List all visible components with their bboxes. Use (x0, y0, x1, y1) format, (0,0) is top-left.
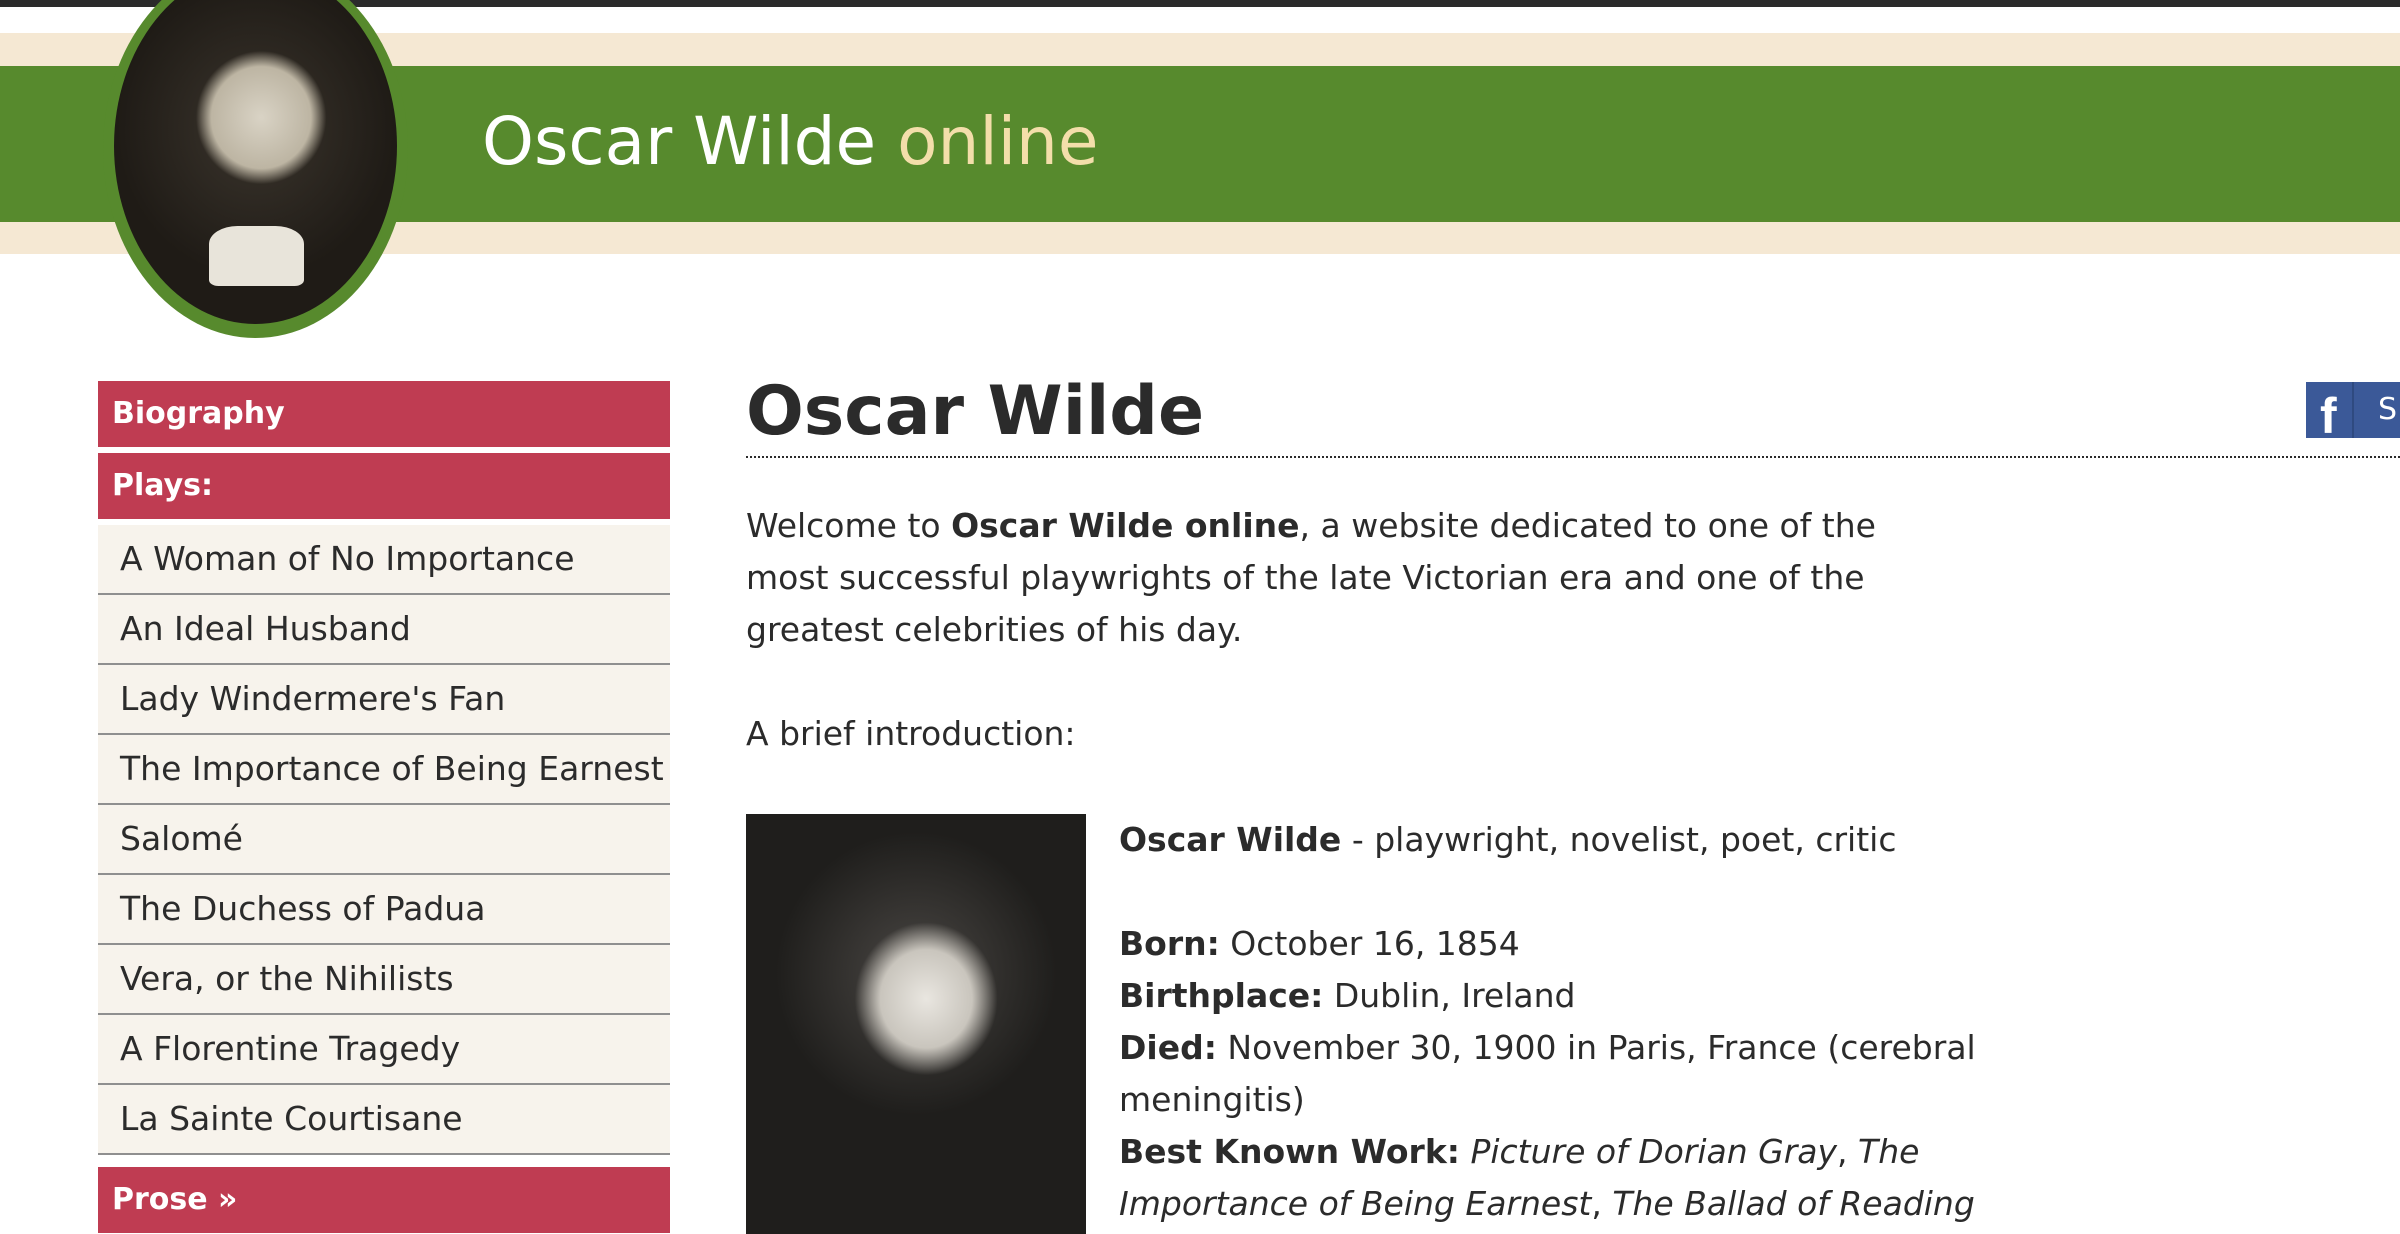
sidebar-item-play[interactable]: Lady Windermere's Fan (98, 665, 670, 735)
fact-label: Best Known Work: (1119, 1132, 1460, 1171)
separator: , (1591, 1184, 1613, 1223)
sidebar-item-play[interactable]: La Sainte Courtisane (98, 1085, 670, 1155)
fact-born: Born: October 16, 1854 (1119, 918, 1979, 970)
header-portrait-frame[interactable] (103, 0, 408, 338)
profile-section: Oscar Wilde - playwright, novelist, poet… (746, 814, 1996, 1234)
fact-best-known-work: Best Known Work: Picture of Dorian Gray,… (1119, 1126, 1979, 1230)
share-label[interactable]: S (2378, 382, 2397, 438)
intro-text-start: Welcome to (746, 506, 952, 545)
intro-paragraph: Welcome to Oscar Wilde online, a website… (746, 500, 1966, 656)
site-title-accent[interactable]: online (897, 103, 1098, 180)
separator: , (1837, 1132, 1859, 1171)
sidebar-nav: Biography Plays: A Woman of No Importanc… (98, 381, 670, 1233)
site-title-main[interactable]: Oscar Wilde (482, 103, 876, 180)
profile-name: Oscar Wilde (1119, 820, 1342, 859)
fact-label: Birthplace: (1119, 976, 1324, 1015)
oscar-wilde-portrait-logo[interactable] (114, 0, 397, 324)
sidebar-item-biography[interactable]: Biography (98, 381, 670, 447)
sidebar-item-play[interactable]: A Woman of No Importance (98, 525, 670, 595)
top-border (0, 0, 2400, 7)
divider (2352, 382, 2354, 438)
site-title[interactable]: Oscar Wilde online (482, 102, 1098, 182)
sidebar-heading-plays[interactable]: Plays: (98, 453, 670, 519)
sidebar-item-play[interactable]: The Duchess of Padua (98, 875, 670, 945)
sidebar-heading-prose[interactable]: Prose » (98, 1167, 670, 1233)
oscar-wilde-photo (746, 814, 1086, 1234)
profile-roles: - playwright, novelist, poet, critic (1341, 820, 1897, 859)
profile-facts: Oscar Wilde - playwright, novelist, poet… (1119, 814, 1979, 1230)
fact-value: October 16, 1854 (1219, 924, 1520, 963)
main-content: Oscar Wilde Welcome to Oscar Wilde onlin… (746, 370, 2400, 1234)
sidebar-item-play[interactable]: The Importance of Being Earnest (98, 735, 670, 805)
facebook-icon[interactable]: f (2320, 388, 2346, 444)
fact-label: Died: (1119, 1028, 1217, 1067)
sidebar-item-play[interactable]: An Ideal Husband (98, 595, 670, 665)
fact-birthplace: Birthplace: Dublin, Ireland (1119, 970, 1979, 1022)
work-title: Picture of Dorian Gray (1470, 1132, 1838, 1171)
fact-label: Born: (1119, 924, 1220, 963)
fact-died: Died: November 30, 1900 in Paris, France… (1119, 1022, 1979, 1126)
work-title: The Ballad of Reading (1612, 1184, 1975, 1223)
intro-site-name: Oscar Wilde online (951, 506, 1300, 545)
fact-value: November 30, 1900 in Paris, France (cere… (1119, 1028, 1976, 1119)
sidebar-item-play[interactable]: Salomé (98, 805, 670, 875)
profile-headline: Oscar Wilde - playwright, novelist, poet… (1119, 814, 1979, 866)
brief-intro-label: A brief introduction: (746, 714, 1076, 753)
facebook-share-button[interactable]: f S (2306, 382, 2400, 444)
sidebar-item-play[interactable]: A Florentine Tragedy (98, 1015, 670, 1085)
page-title: Oscar Wilde (746, 370, 2400, 458)
fact-value: Dublin, Ireland (1323, 976, 1576, 1015)
sidebar-item-play[interactable]: Vera, or the Nihilists (98, 945, 670, 1015)
